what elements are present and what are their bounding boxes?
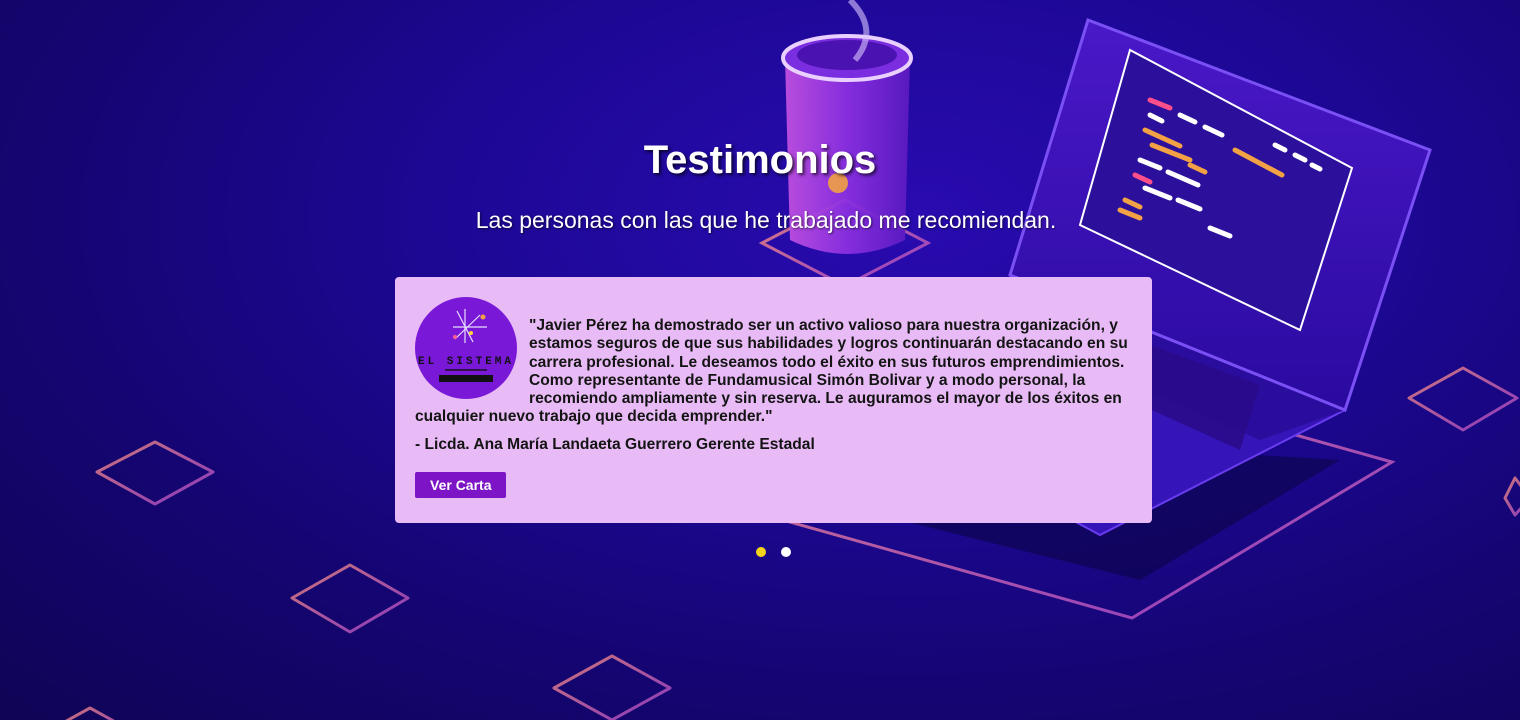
testimonials-section: Testimonios Las personas con las que he … xyxy=(0,0,1520,720)
carousel-indicators xyxy=(756,547,791,557)
el-sistema-logo: EL SISTEMA xyxy=(415,297,517,399)
carousel-dot-2[interactable] xyxy=(781,547,791,557)
carousel-dot-1[interactable] xyxy=(756,547,766,557)
ver-carta-button[interactable]: Ver Carta xyxy=(415,471,507,498)
section-title: Testimonios xyxy=(643,138,877,182)
testimonial-author: - Licda. Ana María Landaeta Guerrero Ger… xyxy=(415,435,815,453)
testimonial-card: EL SISTEMA "Javier Pérez ha demostrado s… xyxy=(395,277,1152,523)
section-subtitle: Las personas con las que he trabajado me… xyxy=(475,207,1057,233)
svg-text:EL SISTEMA: EL SISTEMA xyxy=(418,356,514,368)
testimonial-quote: "Javier Pérez ha demostrado ser un activ… xyxy=(415,317,1128,426)
